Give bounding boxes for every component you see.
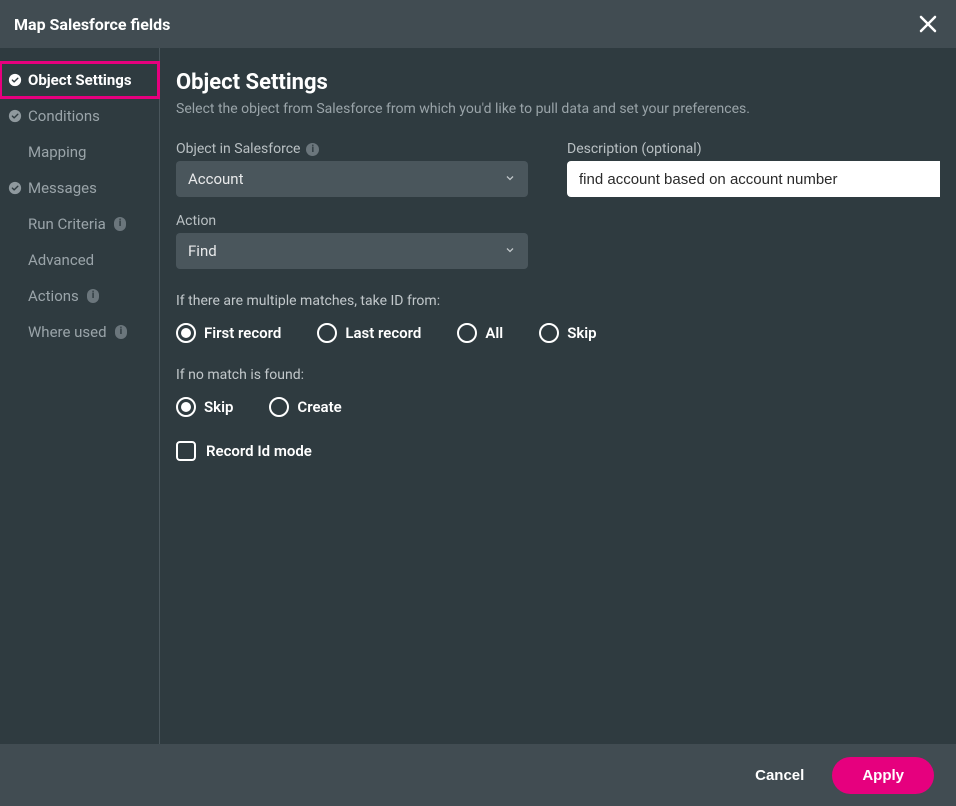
checkbox-label: Record Id mode (206, 442, 312, 460)
check-icon (8, 109, 22, 123)
sidebar-item-label: Object Settings (28, 71, 132, 89)
info-icon: i (114, 217, 127, 231)
object-label: Object in Salesforce i (176, 141, 549, 157)
multi-match-radio-first-record[interactable]: First record (176, 323, 281, 343)
radio-circle (176, 323, 196, 343)
object-select-value: Account (188, 170, 244, 188)
sidebar-item-advanced[interactable]: Advanced (0, 242, 159, 278)
sidebar-item-messages[interactable]: Messages (0, 170, 159, 206)
radio-label: All (485, 324, 503, 342)
sidebar-item-label: Messages (28, 179, 97, 197)
multi-match-radio-group: First record Last record All Skip (176, 323, 940, 343)
check-icon (8, 289, 22, 303)
radio-label: First record (204, 324, 281, 342)
info-icon[interactable]: i (306, 143, 319, 156)
multi-match-radio-skip[interactable]: Skip (539, 323, 596, 343)
sidebar-item-label: Advanced (28, 251, 94, 269)
check-icon (8, 253, 22, 267)
apply-button[interactable]: Apply (832, 757, 934, 794)
sidebar-item-actions[interactable]: Actions i (0, 278, 159, 314)
sidebar-item-label: Actions (28, 287, 79, 305)
record-id-mode-checkbox[interactable]: Record Id mode (176, 441, 940, 461)
titlebar: Map Salesforce fields (0, 0, 956, 48)
multi-match-radio-last-record[interactable]: Last record (317, 323, 421, 343)
sidebar-item-object-settings[interactable]: Object Settings (0, 62, 159, 98)
info-icon: i (115, 325, 128, 339)
description-input[interactable] (567, 161, 940, 197)
radio-circle (457, 323, 477, 343)
object-select[interactable]: Account (176, 161, 528, 197)
chevron-down-icon (504, 242, 516, 260)
checkbox-box (176, 441, 196, 461)
description-label: Description (optional) (567, 141, 940, 157)
sidebar-item-where-used[interactable]: Where used i (0, 314, 159, 350)
chevron-down-icon (504, 170, 516, 188)
sidebar-item-mapping[interactable]: Mapping (0, 134, 159, 170)
sidebar-item-label: Conditions (28, 107, 100, 125)
radio-label: Skip (204, 398, 233, 416)
no-match-label: If no match is found: (176, 367, 940, 383)
check-icon (8, 325, 22, 339)
check-icon (8, 181, 22, 195)
check-icon (8, 73, 22, 87)
radio-circle (317, 323, 337, 343)
cancel-button[interactable]: Cancel (755, 767, 804, 784)
sidebar: Object Settings Conditions Mapping Messages… (0, 48, 160, 744)
radio-label: Create (297, 398, 341, 416)
radio-label: Last record (345, 324, 421, 342)
close-icon[interactable] (916, 12, 940, 36)
action-select[interactable]: Find (176, 233, 528, 269)
action-select-value: Find (188, 242, 217, 260)
main-panel: Object Settings Select the object from S… (160, 48, 956, 744)
multi-match-radio-all[interactable]: All (457, 323, 503, 343)
sidebar-item-label: Run Criteria (28, 215, 106, 233)
sidebar-item-conditions[interactable]: Conditions (0, 98, 159, 134)
no-match-radio-create[interactable]: Create (269, 397, 341, 417)
radio-label: Skip (567, 324, 596, 342)
sidebar-item-label: Where used (28, 323, 107, 341)
page-subtitle: Select the object from Salesforce from w… (176, 101, 940, 117)
action-label: Action (176, 213, 556, 229)
no-match-radio-skip[interactable]: Skip (176, 397, 233, 417)
check-icon (8, 217, 22, 231)
sidebar-item-label: Mapping (28, 143, 86, 161)
radio-circle (176, 397, 196, 417)
dialog-title: Map Salesforce fields (14, 15, 170, 34)
page-title: Object Settings (176, 70, 940, 95)
multi-match-label: If there are multiple matches, take ID f… (176, 293, 940, 309)
no-match-radio-group: Skip Create (176, 397, 940, 417)
check-icon (8, 145, 22, 159)
radio-circle (539, 323, 559, 343)
dialog-footer: Cancel Apply (0, 744, 956, 806)
sidebar-item-run-criteria[interactable]: Run Criteria i (0, 206, 159, 242)
info-icon: i (87, 289, 100, 303)
radio-circle (269, 397, 289, 417)
